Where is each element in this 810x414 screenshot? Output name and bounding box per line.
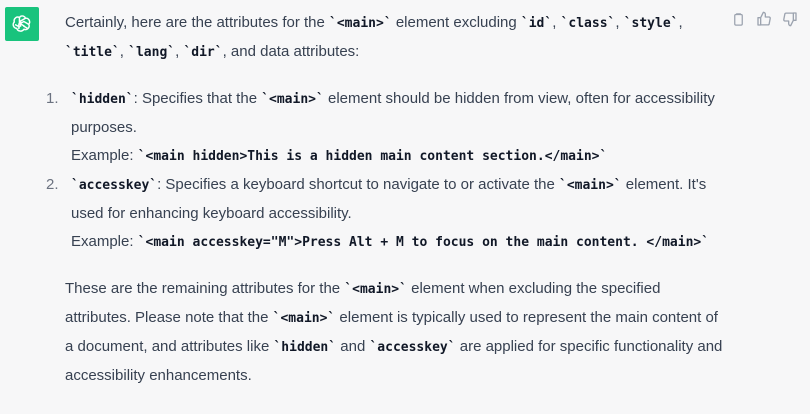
assistant-avatar <box>5 7 39 41</box>
inline-code: `title` <box>65 45 120 60</box>
inline-code: `dir` <box>183 45 223 60</box>
inline-code: `style` <box>623 16 679 31</box>
example-label: Example: <box>71 147 138 164</box>
separator: , <box>615 14 624 31</box>
list-item: 1. `hidden`: Specifies that the `<main>`… <box>46 85 725 171</box>
inline-code: `<main>` <box>344 282 407 297</box>
separator: , <box>678 14 683 31</box>
inline-code: `lang` <box>128 45 176 60</box>
inline-code: `<main>` <box>329 16 392 31</box>
example-label: Example: <box>71 233 138 250</box>
list-item: 2. `accesskey`: Specifies a keyboard sho… <box>46 171 725 257</box>
closing-text: and <box>336 338 370 355</box>
attribute-name: `hidden` <box>71 92 134 107</box>
thumbs-down-icon[interactable] <box>781 10 799 28</box>
inline-code: `hidden` <box>273 340 337 355</box>
separator: , <box>552 14 561 31</box>
attribute-description: : Specifies that the <box>133 90 262 107</box>
intro-text: , and data attributes: <box>222 43 360 60</box>
intro-paragraph: Certainly, here are the attributes for t… <box>65 9 725 67</box>
example-code: `<main hidden>This is a hidden main cont… <box>137 149 608 164</box>
assistant-message: Certainly, here are the attributes for t… <box>46 9 725 390</box>
clipboard-icon[interactable] <box>729 10 747 28</box>
example-code: `<main accesskey="M">Press Alt + M to fo… <box>137 235 710 250</box>
inline-code: `<main>` <box>261 92 324 107</box>
inline-code: `accesskey` <box>369 340 456 355</box>
attribute-name: `accesskey` <box>71 178 158 193</box>
attribute-list: 1. `hidden`: Specifies that the `<main>`… <box>46 85 725 257</box>
attribute-description: : Specifies a keyboard shortcut to navig… <box>157 176 559 193</box>
separator: , <box>119 43 129 60</box>
list-number: 2. <box>46 176 59 193</box>
inline-code: `id` <box>520 16 553 31</box>
message-actions <box>729 10 799 28</box>
inline-code: `<main>` <box>272 311 336 326</box>
closing-text: These are the remaining attributes for t… <box>65 280 345 297</box>
thumbs-up-icon[interactable] <box>755 10 773 28</box>
openai-logo-icon <box>12 15 31 32</box>
intro-text: element excluding <box>391 14 521 31</box>
inline-code: `<main>` <box>559 178 622 193</box>
intro-text: Certainly, here are the attributes for t… <box>65 14 330 31</box>
inline-code: `class` <box>560 16 616 31</box>
list-number: 1. <box>46 90 59 107</box>
closing-paragraph: These are the remaining attributes for t… <box>65 275 725 390</box>
